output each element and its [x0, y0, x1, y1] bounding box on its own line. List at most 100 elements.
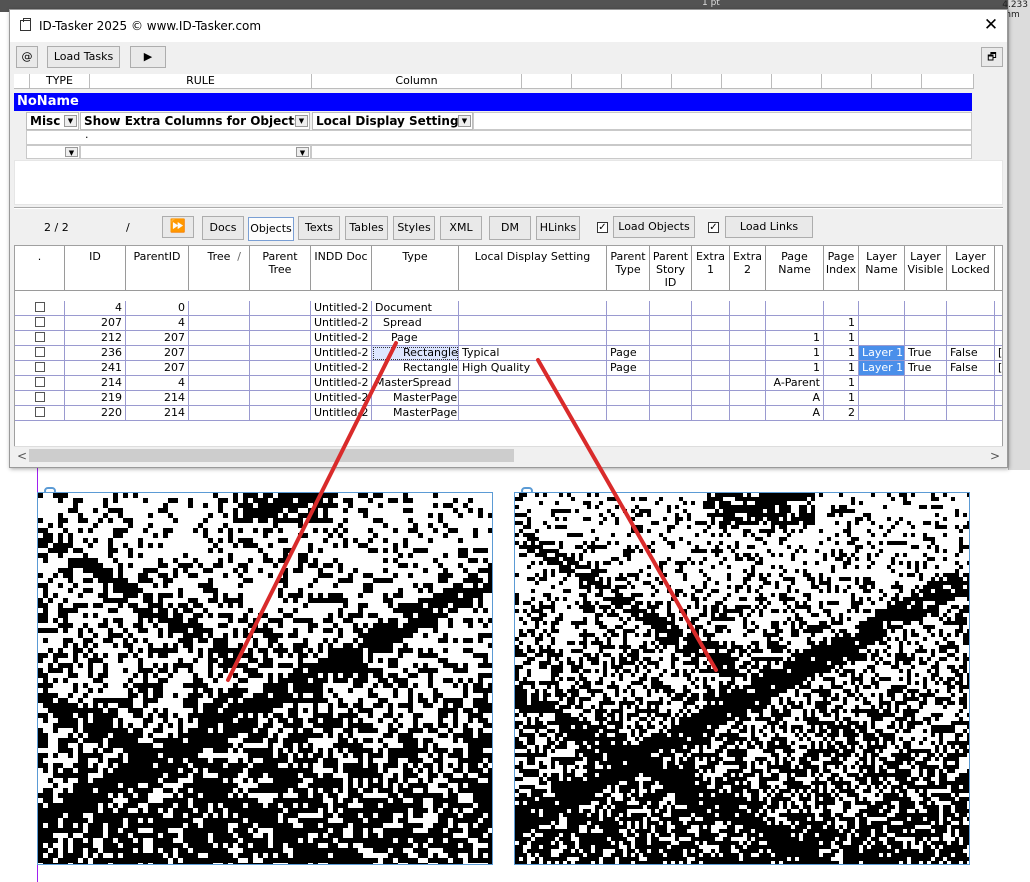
cell-type[interactable]: MasterPage	[372, 406, 459, 421]
cell-empty[interactable]	[250, 301, 311, 316]
cell-ptype[interactable]: Page	[607, 361, 650, 376]
cell-pindex[interactable]: 1	[824, 361, 859, 376]
cell-pindex[interactable]: 1	[824, 316, 859, 331]
cell-empty[interactable]	[692, 361, 730, 376]
cell-doc[interactable]: Untitled-2	[311, 301, 372, 316]
col-header-layer-visible[interactable]: Layer Visible	[905, 246, 947, 291]
cell-empty[interactable]	[650, 301, 692, 316]
cell-lds[interactable]	[459, 376, 607, 391]
cell-id[interactable]: 219	[65, 391, 126, 406]
cell-empty[interactable]	[250, 316, 311, 331]
load-objects-button[interactable]: Load Objects	[613, 216, 695, 238]
cell-locked[interactable]	[947, 331, 995, 346]
cell-doc[interactable]: Untitled-2	[311, 376, 372, 391]
cell-pname[interactable]: 1	[766, 361, 824, 376]
cell-empty[interactable]	[189, 316, 250, 331]
row-select-cell[interactable]	[15, 331, 65, 346]
cell-visible[interactable]: True	[905, 346, 947, 361]
scroll-right-icon[interactable]: >	[990, 449, 1000, 463]
image-frame-typical[interactable]	[37, 492, 493, 865]
cell-empty[interactable]	[692, 376, 730, 391]
cell-locked[interactable]	[947, 301, 995, 316]
cell-empty[interactable]	[995, 391, 1002, 406]
cell-empty[interactable]	[650, 361, 692, 376]
cell-empty[interactable]	[189, 376, 250, 391]
cell-lds[interactable]: Typical	[459, 346, 607, 361]
cell-id[interactable]: 214	[65, 376, 126, 391]
col-header-layer-name[interactable]: Layer Name	[859, 246, 905, 291]
cell-lds[interactable]	[459, 406, 607, 421]
column-select-empty[interactable]	[311, 145, 972, 159]
cell-layer[interactable]	[859, 316, 905, 331]
cell-locked[interactable]	[947, 316, 995, 331]
cell-empty[interactable]	[250, 346, 311, 361]
cell-empty[interactable]	[189, 346, 250, 361]
scroll-left-icon[interactable]: <	[17, 449, 27, 463]
cell-lds[interactable]	[459, 331, 607, 346]
tab-xml[interactable]: XML	[440, 216, 482, 240]
tab-objects[interactable]: Objects	[248, 217, 294, 241]
cell-empty[interactable]	[692, 316, 730, 331]
cell-empty[interactable]	[995, 376, 1002, 391]
cell-parent[interactable]: 207	[126, 331, 189, 346]
cell-parent[interactable]: 4	[126, 376, 189, 391]
restore-button[interactable]: 🗗	[981, 47, 1003, 67]
cell-empty[interactable]	[250, 331, 311, 346]
cell-empty[interactable]	[730, 316, 766, 331]
rule-group-name[interactable]: NoName	[14, 93, 972, 111]
chevron-down-icon[interactable]: ▼	[65, 147, 78, 157]
row-checkbox[interactable]	[35, 317, 45, 327]
cell-pindex[interactable]: 1	[824, 391, 859, 406]
load-links-button[interactable]: Load Links	[725, 216, 813, 238]
cell-pname[interactable]	[766, 316, 824, 331]
cell-doc[interactable]: Untitled-2	[311, 346, 372, 361]
cell-parent[interactable]: 214	[126, 391, 189, 406]
tab-tables[interactable]: Tables	[345, 216, 388, 240]
cell-empty[interactable]	[730, 346, 766, 361]
cell-empty[interactable]	[650, 331, 692, 346]
cell-ptype[interactable]	[607, 376, 650, 391]
cell-type[interactable]: MasterSpread	[372, 376, 459, 391]
cell-layer[interactable]: Layer 1	[859, 361, 905, 376]
col-header-parent-story-id[interactable]: Parent Story ID	[650, 246, 692, 291]
refresh-button[interactable]: @	[16, 46, 38, 68]
objects-grid[interactable]: . ID ParentID Tree / Parent Tree INDD Do…	[14, 245, 1003, 447]
row-checkbox[interactable]	[35, 362, 45, 372]
cell-pname[interactable]: A	[766, 391, 824, 406]
col-header-extra-1[interactable]: Extra 1	[692, 246, 730, 291]
cell-empty[interactable]	[995, 301, 1002, 316]
cell-pindex[interactable]	[824, 301, 859, 316]
col-header-tree[interactable]: Tree /	[189, 246, 250, 291]
tab-dm[interactable]: DM	[489, 216, 531, 240]
cell-type[interactable]: Page	[372, 331, 459, 346]
cell-empty[interactable]	[692, 346, 730, 361]
row-checkbox[interactable]	[35, 332, 45, 342]
col-header-parent-tree[interactable]: Parent Tree	[250, 246, 311, 291]
cell-empty[interactable]	[730, 361, 766, 376]
cell-empty[interactable]	[995, 331, 1002, 346]
row-select-cell[interactable]	[15, 391, 65, 406]
play-button[interactable]: ▶	[130, 46, 166, 68]
type-select-empty[interactable]: ▼	[26, 145, 80, 159]
row-checkbox[interactable]	[35, 347, 45, 357]
chevron-down-icon[interactable]: ▼	[458, 115, 471, 127]
col-header-layer-locked[interactable]: Layer Locked	[947, 246, 995, 291]
col-header-parentid[interactable]: ParentID	[126, 246, 189, 291]
cell-pname[interactable]	[766, 301, 824, 316]
tab-hlinks[interactable]: HLinks	[536, 216, 580, 240]
rule-select-empty[interactable]: ▼	[80, 145, 311, 159]
col-header-indd-doc[interactable]: INDD Doc	[311, 246, 372, 291]
cell-locked[interactable]: False	[947, 361, 995, 376]
cell-empty[interactable]	[730, 331, 766, 346]
col-header-page-name[interactable]: Page Name	[766, 246, 824, 291]
rule-dropdown[interactable]: Show Extra Columns for Objects ▼	[80, 112, 310, 130]
row-checkbox[interactable]	[35, 407, 45, 417]
cell-lds[interactable]	[459, 391, 607, 406]
cell-layer[interactable]	[859, 406, 905, 421]
cell-empty[interactable]	[250, 376, 311, 391]
cell-id[interactable]: 241	[65, 361, 126, 376]
cell-ptype[interactable]	[607, 316, 650, 331]
cell-locked[interactable]	[947, 391, 995, 406]
cell-type[interactable]: Spread	[372, 316, 459, 331]
cell-parent[interactable]: 207	[126, 361, 189, 376]
